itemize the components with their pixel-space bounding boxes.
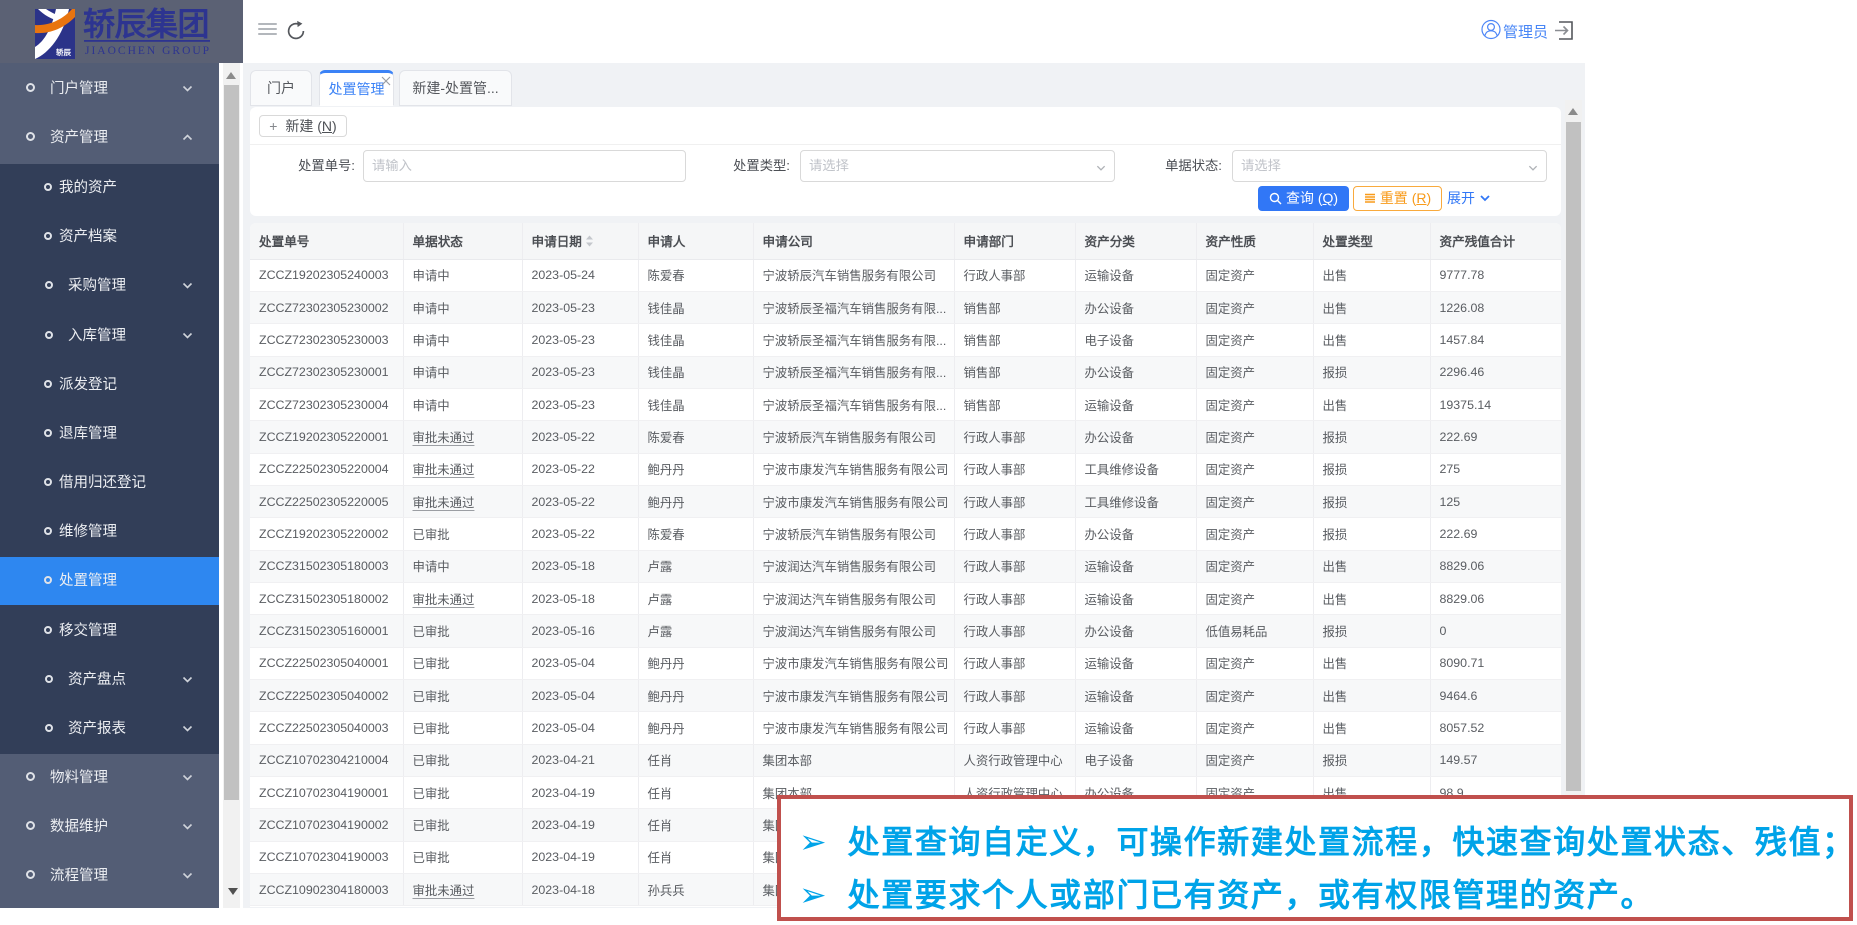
svg-text:轿辰集团: 轿辰集团: [83, 6, 209, 42]
svg-text:轿辰: 轿辰: [56, 47, 71, 57]
svg-text:JIAOCHEN GROUP: JIAOCHEN GROUP: [85, 45, 211, 57]
